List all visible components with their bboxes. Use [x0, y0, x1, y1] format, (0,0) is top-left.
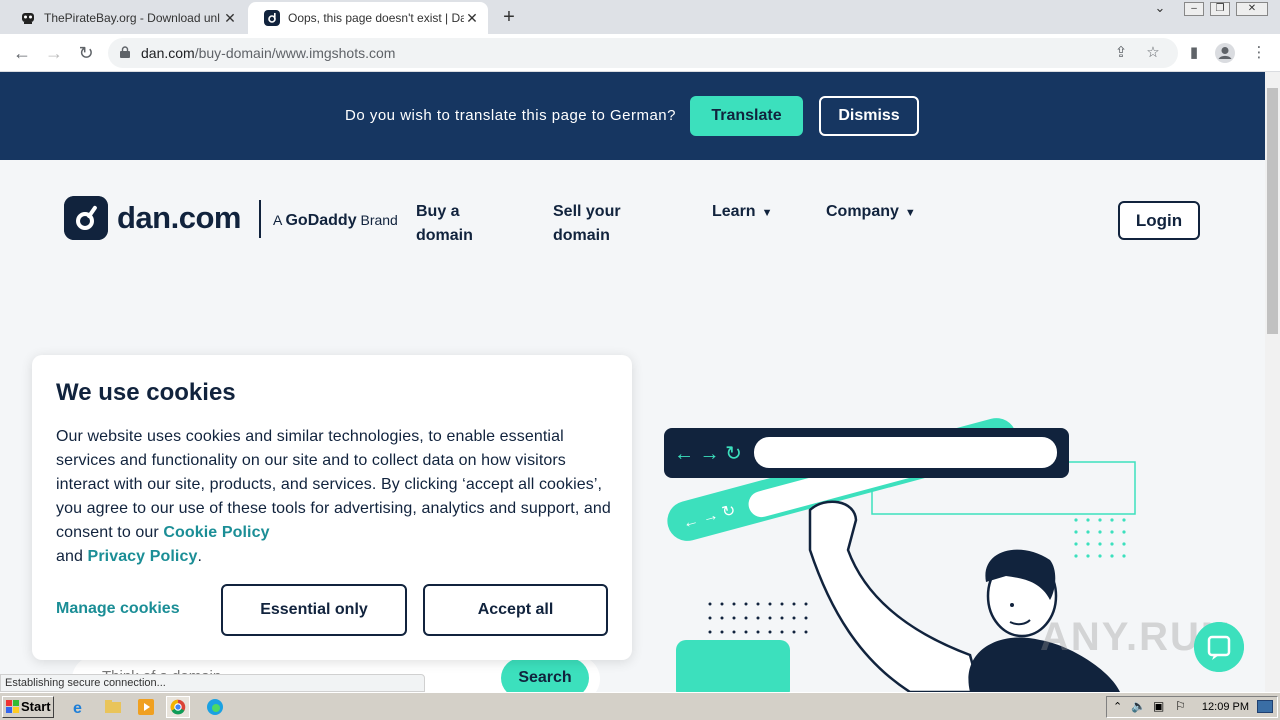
flag-icon[interactable]: ⚐ — [1175, 699, 1186, 713]
taskbar-clock: 12:09 PM — [1201, 701, 1249, 713]
brand-name: GoDaddy — [285, 212, 357, 229]
lock-icon — [120, 46, 130, 58]
dan-favicon-icon — [264, 10, 280, 26]
share-icon[interactable]: ⇪ — [1110, 42, 1132, 64]
start-button[interactable]: Start — [2, 696, 54, 718]
search-button[interactable]: Search — [501, 658, 589, 692]
folder-icon[interactable] — [101, 696, 125, 718]
svg-text:← → ↻: ← → ↻ — [674, 443, 742, 465]
privacy-policy-link[interactable]: Privacy Policy — [88, 548, 198, 565]
cookie-policy-link[interactable]: Cookie Policy — [163, 524, 269, 541]
scroll-thumb[interactable] — [1267, 88, 1278, 334]
reload-icon[interactable]: ↻ — [74, 41, 98, 65]
browser-tab-strip: ThePirateBay.org - Download unlimit ✕ Oo… — [0, 0, 1280, 34]
windows-logo-icon — [6, 700, 19, 713]
address-bar[interactable]: dan.com/buy-domain/www.imgshots.com ⇪ ☆ — [108, 38, 1178, 68]
side-panel-icon[interactable]: ▮ — [1183, 42, 1205, 64]
nav-sell-line1: Sell your — [553, 203, 621, 220]
bookmark-star-icon[interactable]: ☆ — [1142, 42, 1164, 64]
window-close-icon[interactable]: ✕ — [1236, 2, 1268, 16]
edge-icon[interactable] — [203, 696, 227, 718]
tab-title: ThePirateBay.org - Download unlimit — [44, 11, 220, 25]
url-host: dan.com — [141, 45, 195, 61]
tab-piratebay[interactable]: ThePirateBay.org - Download unlimit ✕ — [4, 2, 246, 34]
browser-status-bar: Establishing secure connection... — [0, 674, 425, 692]
system-tray: ⌃ 🔈 ▣ ⚐ 12:09 PM — [1106, 696, 1278, 718]
translate-banner: Do you wish to translate this page to Ge… — [0, 72, 1265, 160]
pirate-favicon-icon — [22, 13, 34, 24]
tab-title: Oops, this page doesn't exist | Dan.c — [288, 11, 464, 25]
logo-divider — [259, 200, 261, 238]
url-text: dan.com/buy-domain/www.imgshots.com — [141, 45, 395, 61]
cookie-body-text: Our website uses cookies and similar tec… — [56, 428, 611, 565]
cookie-body-end: . — [197, 548, 203, 565]
new-tab-icon[interactable]: + — [498, 6, 520, 28]
tray-expand-icon[interactable]: ⌃ — [1113, 700, 1122, 713]
godaddy-brand-tagline: A GoDaddy Brand — [273, 212, 398, 230]
brand-suffix: Brand — [360, 212, 398, 228]
nav-buy-line1: Buy a — [416, 203, 460, 220]
browser-toolbar: ← → ↻ dan.com/buy-domain/www.imgshots.co… — [0, 34, 1280, 72]
close-tab-icon[interactable]: ✕ — [464, 10, 480, 26]
windows-taskbar: Start e ⌃ 🔈 ▣ ⚐ 12:09 PM — [0, 692, 1280, 720]
chrome-taskbar-icon[interactable] — [166, 696, 190, 718]
nav-buy-domain[interactable]: Buy a domain — [416, 200, 473, 248]
tab-search-icon[interactable]: ⌄ — [1150, 1, 1170, 16]
close-tab-icon[interactable]: ✕ — [222, 10, 238, 26]
chat-support-icon[interactable] — [1194, 622, 1244, 672]
network-icon[interactable]: ▣ — [1153, 699, 1164, 713]
back-icon[interactable]: ← — [10, 41, 34, 65]
start-label: Start — [21, 699, 51, 714]
dismiss-button[interactable]: Dismiss — [819, 96, 919, 136]
tab-dan-oops[interactable]: Oops, this page doesn't exist | Dan.c ✕ — [248, 2, 488, 34]
page-scrollbar[interactable] — [1265, 72, 1280, 692]
profile-avatar-icon[interactable] — [1214, 42, 1236, 64]
svg-text:e: e — [73, 700, 82, 717]
accept-all-button[interactable]: Accept all — [423, 584, 608, 636]
chevron-down-icon: ▼ — [761, 207, 773, 219]
brand-prefix: A — [273, 212, 282, 228]
dan-logo-icon[interactable] — [64, 196, 108, 240]
nav-sell-line2: domain — [553, 227, 610, 244]
nav-buy-line2: domain — [416, 227, 473, 244]
forward-icon[interactable]: → — [42, 41, 66, 65]
essential-only-button[interactable]: Essential only — [221, 584, 407, 636]
cookie-title: We use cookies — [56, 379, 236, 406]
manage-cookies-link[interactable]: Manage cookies — [56, 600, 180, 618]
url-path: /buy-domain/www.imgshots.com — [194, 45, 396, 61]
login-button[interactable]: Login — [1118, 201, 1200, 240]
cookie-consent-modal: We use cookies Our website uses cookies … — [32, 355, 632, 660]
nav-learn[interactable]: Learn ▼ — [712, 200, 772, 225]
show-desktop-icon[interactable] — [1257, 700, 1273, 713]
nav-company-label: Company — [826, 203, 899, 220]
minimize-icon[interactable]: – — [1184, 2, 1204, 16]
translate-button[interactable]: Translate — [690, 96, 803, 136]
media-player-icon[interactable] — [134, 696, 158, 718]
logo-wordmark[interactable]: dan.com — [117, 200, 241, 236]
nav-company[interactable]: Company ▼ — [826, 200, 916, 225]
chevron-down-icon: ▼ — [904, 207, 916, 219]
ie-icon[interactable]: e — [68, 696, 92, 718]
menu-kebab-icon[interactable]: ⋮ — [1248, 42, 1270, 64]
cookie-body-part1: Our website uses cookies and similar tec… — [56, 428, 611, 541]
volume-icon[interactable]: 🔈 — [1131, 699, 1146, 713]
translate-message: Do you wish to translate this page to Ge… — [345, 107, 676, 124]
restore-icon[interactable]: ❐ — [1210, 2, 1230, 16]
nav-sell-domain[interactable]: Sell your domain — [553, 200, 621, 248]
nav-learn-label: Learn — [712, 203, 756, 220]
